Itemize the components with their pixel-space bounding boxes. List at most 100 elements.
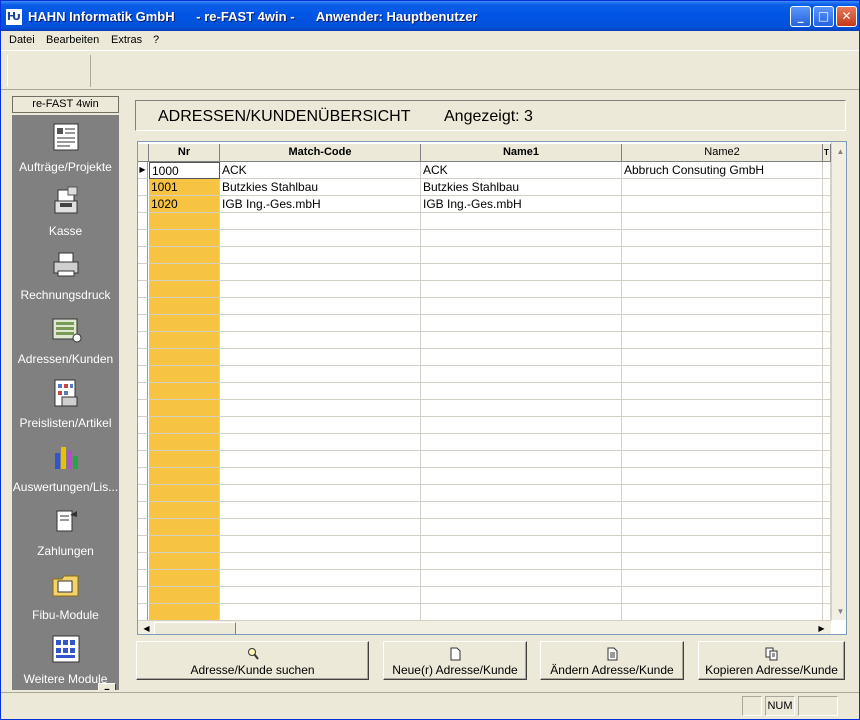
grid-vertical-scrollbar[interactable]: ▲ ▼ (831, 142, 846, 620)
grid-cell-name2[interactable] (622, 213, 823, 230)
grid-cell-match[interactable] (220, 230, 421, 247)
row-indicator[interactable] (138, 570, 148, 587)
title-bar[interactable]: Ƕ HAHN Informatik GmbH - re-FAST 4win - … (1, 1, 859, 31)
grid-cell-name2[interactable] (622, 536, 823, 553)
grid-cell-t[interactable] (823, 468, 831, 485)
nav-item-preislisten[interactable]: Preislisten/Artikel (12, 371, 119, 435)
grid-cell-nr[interactable] (149, 383, 220, 400)
grid-cell-match[interactable] (220, 451, 421, 468)
grid-cell-nr[interactable] (149, 604, 220, 621)
grid-cell-nr[interactable]: 1020 (149, 196, 220, 213)
grid-cell-nr[interactable] (149, 315, 220, 332)
row-indicator[interactable] (138, 604, 148, 621)
grid-cell-nr[interactable] (149, 570, 220, 587)
close-button[interactable]: ✕ (836, 6, 857, 27)
grid-cell-name2[interactable] (622, 281, 823, 298)
row-indicator[interactable] (138, 451, 148, 468)
grid-cell-name1[interactable] (421, 213, 622, 230)
grid-cell-name1[interactable] (421, 298, 622, 315)
grid-cell-name2[interactable] (622, 604, 823, 621)
grid-cell-nr[interactable] (149, 213, 220, 230)
grid-cell-name1[interactable] (421, 315, 622, 332)
nav-item-auswertungen[interactable]: Auswertungen/Lis... (12, 435, 119, 499)
grid-cell-match[interactable]: IGB Ing.-Ges.mbH (220, 196, 421, 213)
grid-cell-match[interactable] (220, 434, 421, 451)
grid-cell-match[interactable] (220, 502, 421, 519)
grid-cell-nr[interactable] (149, 434, 220, 451)
grid-cell-name2[interactable] (622, 587, 823, 604)
grid-cell-t[interactable] (823, 587, 831, 604)
grid-cell-name2[interactable] (622, 451, 823, 468)
nav-item-auftraege[interactable]: Aufträge/Projekte (12, 115, 119, 179)
grid-cell-name1[interactable] (421, 570, 622, 587)
grid-cell-name2[interactable] (622, 383, 823, 400)
grid-cell-name1[interactable] (421, 434, 622, 451)
row-indicator[interactable] (138, 298, 148, 315)
row-indicator[interactable] (138, 519, 148, 536)
row-indicator[interactable] (138, 179, 148, 196)
menu-bearbeiten[interactable]: Bearbeiten (46, 34, 99, 46)
grid-cell-t[interactable] (823, 417, 831, 434)
grid-cell-name2[interactable] (622, 553, 823, 570)
grid-cell-name2[interactable] (622, 332, 823, 349)
nav-item-adressen[interactable]: Adressen/Kunden (12, 307, 119, 371)
grid-cell-t[interactable] (823, 349, 831, 366)
scroll-down-icon[interactable]: ▼ (833, 604, 846, 619)
grid-cell-nr[interactable] (149, 587, 220, 604)
grid-cell-nr[interactable] (149, 366, 220, 383)
grid-cell-name2[interactable] (622, 349, 823, 366)
grid-cell-nr[interactable] (149, 349, 220, 366)
grid-cell-match[interactable] (220, 417, 421, 434)
grid-cell-t[interactable] (823, 451, 831, 468)
grid-cell-t[interactable] (823, 264, 831, 281)
grid-cell-name2[interactable]: Abbruch Consuting GmbH (622, 162, 823, 179)
grid-cell-match[interactable] (220, 281, 421, 298)
row-indicator[interactable] (138, 417, 148, 434)
grid-cell-name1[interactable] (421, 349, 622, 366)
grid-cell-match[interactable] (220, 383, 421, 400)
nav-item-weitere[interactable]: Weitere Module (12, 627, 119, 690)
horizontal-scroll-thumb[interactable] (154, 622, 236, 634)
grid-cell-name2[interactable] (622, 247, 823, 264)
grid-cell-t[interactable] (823, 281, 831, 298)
grid-cell-t[interactable] (823, 553, 831, 570)
grid-cell-name1[interactable]: Butzkies Stahlbau (421, 179, 622, 196)
grid-cell-name2[interactable] (622, 179, 823, 196)
grid-cell-nr[interactable] (149, 536, 220, 553)
nav-item-rechnungsdruck[interactable]: Rechnungsdruck (12, 243, 119, 307)
grid-cell-nr[interactable] (149, 332, 220, 349)
grid-cell-t[interactable] (823, 485, 831, 502)
grid-cell-name2[interactable] (622, 485, 823, 502)
grid-cell-nr[interactable] (149, 247, 220, 264)
grid-cell-name1[interactable] (421, 332, 622, 349)
grid-cell-name1[interactable] (421, 281, 622, 298)
grid-cell-nr[interactable] (149, 468, 220, 485)
grid-cell-name2[interactable] (622, 400, 823, 417)
grid-cell-t[interactable] (823, 570, 831, 587)
row-indicator[interactable] (138, 468, 148, 485)
grid-cell-name1[interactable] (421, 417, 622, 434)
grid-cell-name1[interactable] (421, 502, 622, 519)
scroll-left-icon[interactable]: ◀ (139, 622, 154, 634)
grid-cell-name1[interactable] (421, 366, 622, 383)
grid-cell-name2[interactable] (622, 434, 823, 451)
nav-item-zahlungen[interactable]: Zahlungen (12, 499, 119, 563)
row-indicator[interactable] (138, 264, 148, 281)
grid-cell-name2[interactable] (622, 230, 823, 247)
row-indicator[interactable] (138, 485, 148, 502)
grid-cell-t[interactable] (823, 519, 831, 536)
row-indicator[interactable] (138, 366, 148, 383)
grid-cell-match[interactable]: ACK (220, 162, 421, 179)
grid-cell-match[interactable] (220, 315, 421, 332)
grid-cell-name1[interactable] (421, 519, 622, 536)
grid-cell-nr[interactable]: 1000 (149, 162, 220, 179)
grid-cell-name1[interactable] (421, 400, 622, 417)
grid-cell-name2[interactable] (622, 417, 823, 434)
grid-cell-t[interactable] (823, 366, 831, 383)
row-indicator[interactable] (138, 315, 148, 332)
row-indicator[interactable] (138, 383, 148, 400)
column-header-t[interactable]: T (823, 144, 831, 162)
grid-cell-nr[interactable] (149, 451, 220, 468)
nav-item-fibu[interactable]: Fibu-Module (12, 563, 119, 627)
grid-cell-match[interactable] (220, 264, 421, 281)
